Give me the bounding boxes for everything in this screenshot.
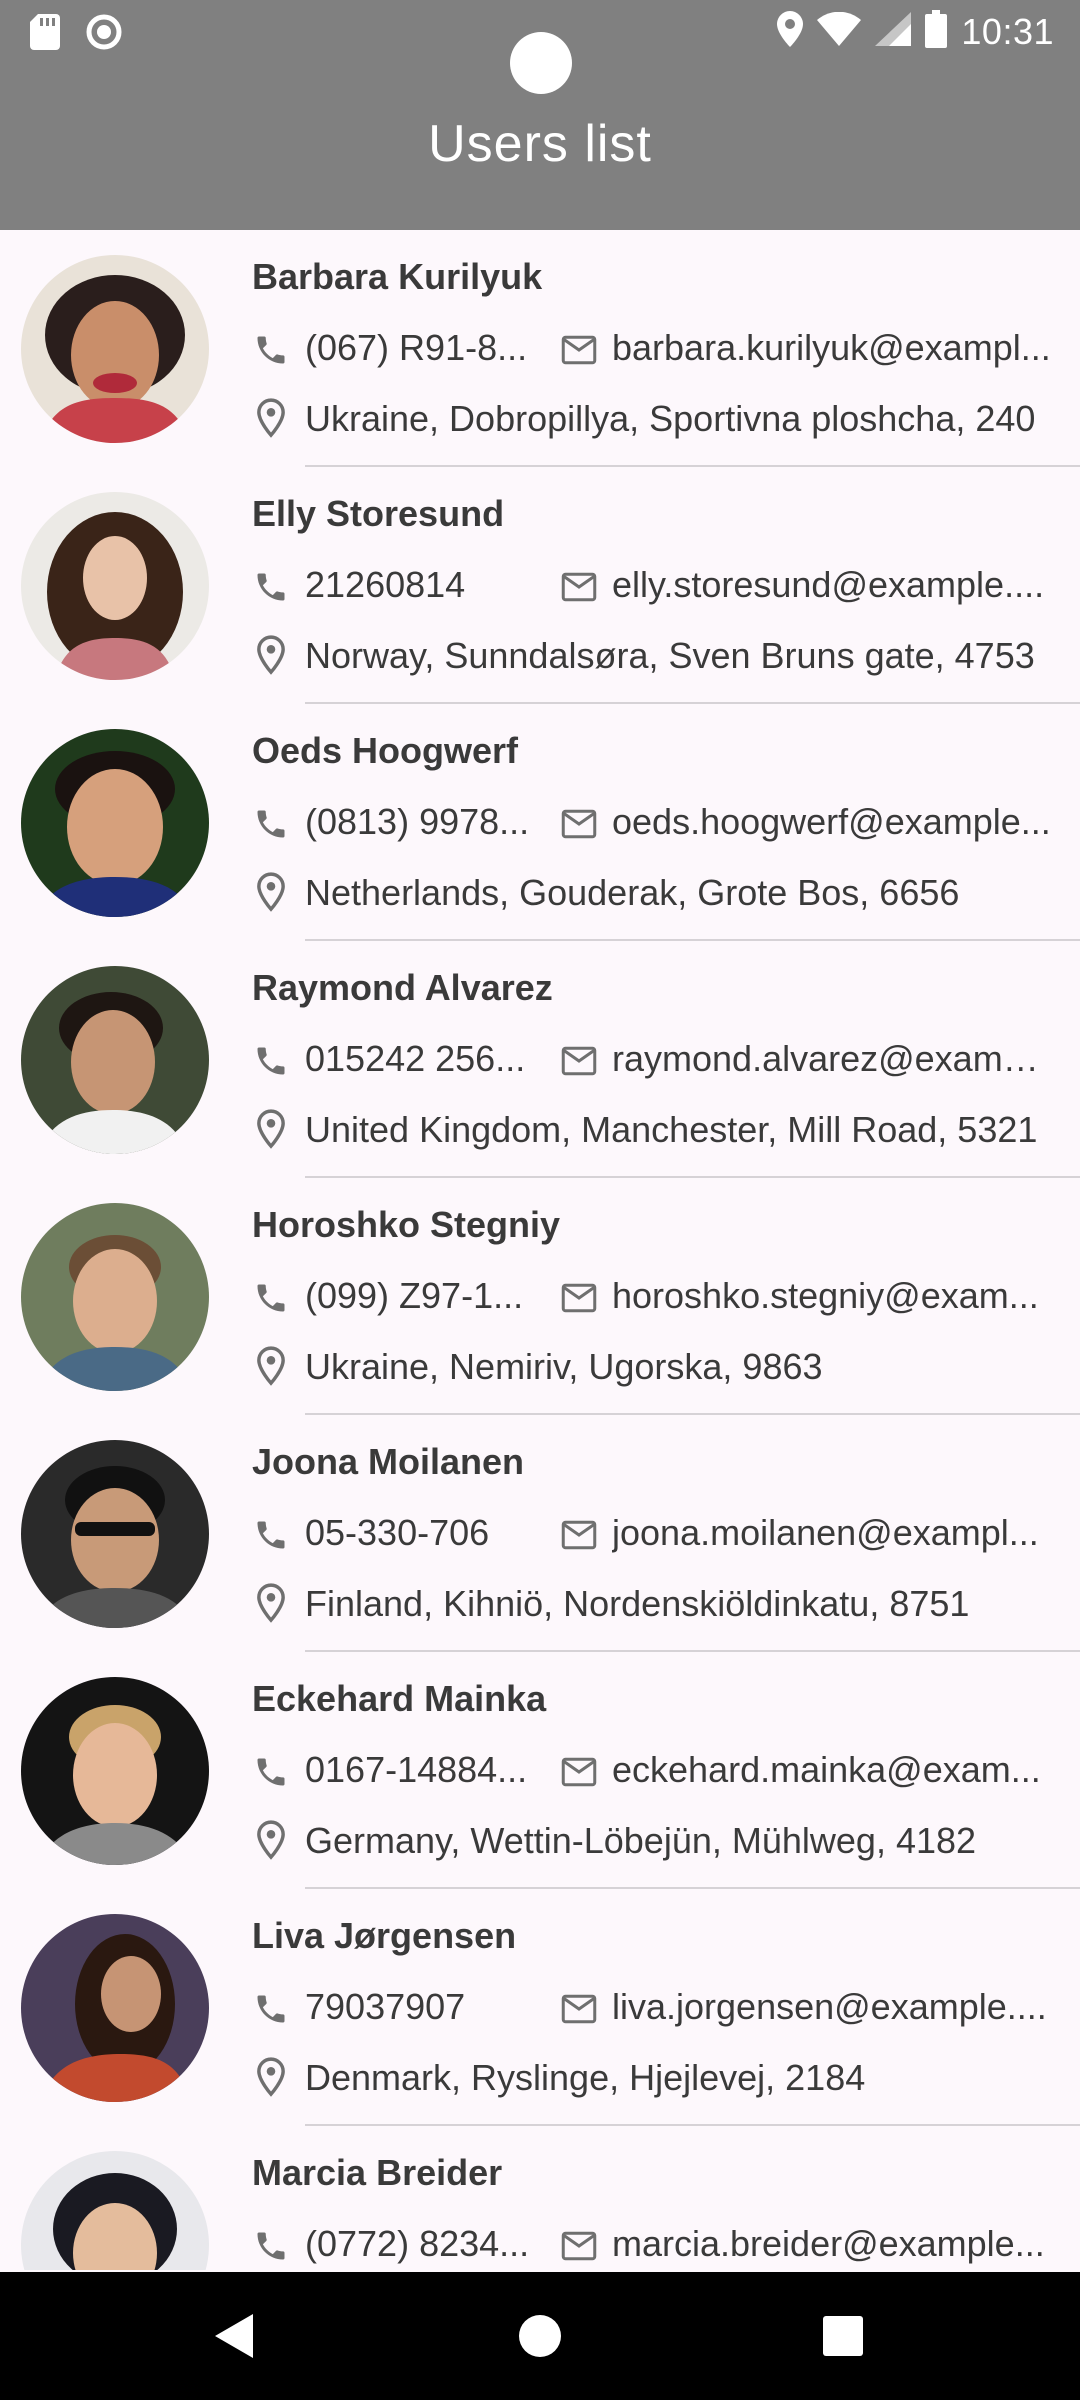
page-title: Users list <box>428 115 652 173</box>
user-address: Ukraine, Dobropillya, Sportivna ploshcha… <box>305 398 1036 439</box>
phone-icon <box>257 2232 285 2260</box>
wifi-icon <box>817 11 862 51</box>
avatar <box>21 1914 209 2102</box>
email-icon <box>561 2231 597 2261</box>
email-icon <box>561 1520 597 1550</box>
avatar <box>21 492 209 680</box>
user-row[interactable]: Barbara Kurilyuk (067) R91-8... barbara.… <box>0 230 1080 467</box>
back-icon <box>215 2314 253 2358</box>
location-pin-icon <box>257 398 285 438</box>
location-pin-icon <box>257 1583 285 1623</box>
user-name: Horoshko Stegniy <box>252 1204 561 1245</box>
email-icon <box>561 1046 597 1076</box>
user-row[interactable]: Liva Jørgensen 79037907 liva.jorgensen@e… <box>0 1889 1080 2126</box>
home-button[interactable] <box>470 2272 610 2400</box>
user-address: Norway, Sunndalsøra, Sven Bruns gate, 47… <box>305 635 1035 676</box>
user-phone[interactable]: 79037907 <box>305 1986 530 2028</box>
user-address: Denmark, Ryslinge, Hjejlevej, 2184 <box>305 2057 866 2098</box>
recents-icon <box>823 2316 863 2356</box>
battery-icon <box>925 10 948 53</box>
user-phone[interactable]: 05-330-706 <box>305 1512 530 1554</box>
user-phone[interactable]: (0813) 9978... <box>305 801 530 843</box>
user-phone[interactable]: 015242 256... <box>305 1038 530 1080</box>
avatar <box>21 1440 209 1628</box>
email-icon <box>561 809 597 839</box>
status-time: 10:31 <box>961 10 1054 52</box>
system-nav-bar <box>0 2272 1080 2400</box>
phone-icon <box>257 336 285 364</box>
users-list[interactable]: Barbara Kurilyuk (067) R91-8... barbara.… <box>0 230 1080 2270</box>
user-row[interactable]: Raymond Alvarez 015242 256... raymond.al… <box>0 941 1080 1178</box>
avatar <box>21 2151 209 2270</box>
screen: 10:31 Users list Barbara Kurilyuk (067) … <box>0 0 1080 2400</box>
user-address: United Kingdom, Manchester, Mill Road, 5… <box>305 1109 1038 1150</box>
user-name: Eckehard Mainka <box>252 1678 547 1719</box>
user-phone[interactable]: (0772) 8234... <box>305 2223 530 2265</box>
user-row[interactable]: Elly Storesund 21260814 elly.storesund@e… <box>0 467 1080 704</box>
user-name: Liva Jørgensen <box>252 1915 517 1956</box>
user-phone[interactable]: (067) R91-8... <box>305 327 530 369</box>
user-phone[interactable]: (099) Z97-1... <box>305 1275 530 1317</box>
email-icon <box>561 572 597 602</box>
user-address: Germany, Wettin-Löbejün, Mühlweg, 4182 <box>305 1820 977 1861</box>
user-name: Marcia Breider <box>252 2152 503 2193</box>
user-email[interactable]: eckehard.mainka@exam... <box>612 1749 1052 1791</box>
avatar <box>21 966 209 1154</box>
location-pin-icon <box>257 1109 285 1149</box>
avatar <box>21 729 209 917</box>
circle-icon <box>86 14 122 55</box>
camera-cutout <box>510 32 572 94</box>
location-pin-icon <box>257 2057 285 2097</box>
phone-icon <box>257 1284 285 1312</box>
user-row[interactable]: Horoshko Stegniy (099) Z97-1... horoshko… <box>0 1178 1080 1415</box>
user-email[interactable]: horoshko.stegniy@exam... <box>612 1275 1052 1317</box>
user-name: Raymond Alvarez <box>252 967 553 1008</box>
phone-icon <box>257 1995 285 2023</box>
location-icon <box>777 11 804 52</box>
location-pin-icon <box>257 872 285 912</box>
app-bar: 10:31 Users list <box>0 0 1080 230</box>
user-row[interactable]: Oeds Hoogwerf (0813) 9978... oeds.hoogwe… <box>0 704 1080 941</box>
phone-icon <box>257 1047 285 1075</box>
location-pin-icon <box>257 1346 285 1386</box>
signal-icon <box>875 12 912 51</box>
user-name: Elly Storesund <box>252 493 505 534</box>
user-name: Joona Moilanen <box>252 1441 525 1482</box>
user-address: Netherlands, Gouderak, Grote Bos, 6656 <box>305 872 960 913</box>
user-name: Barbara Kurilyuk <box>252 256 543 297</box>
back-button[interactable] <box>165 2272 305 2400</box>
user-name: Oeds Hoogwerf <box>252 730 519 771</box>
user-email[interactable]: barbara.kurilyuk@exampl... <box>612 327 1052 369</box>
email-icon <box>561 1757 597 1787</box>
user-email[interactable]: raymond.alvarez@examp... <box>612 1038 1052 1080</box>
avatar <box>21 1203 209 1391</box>
email-icon <box>561 1283 597 1313</box>
email-icon <box>561 1994 597 2024</box>
user-row[interactable]: Joona Moilanen 05-330-706 joona.moilanen… <box>0 1415 1080 1652</box>
location-pin-icon <box>257 635 285 675</box>
user-address: Ukraine, Nemiriv, Ugorska, 9863 <box>305 1346 823 1387</box>
email-icon <box>561 335 597 365</box>
user-email[interactable]: liva.jorgensen@example.... <box>612 1986 1052 2028</box>
user-email[interactable]: joona.moilanen@exampl... <box>612 1512 1052 1554</box>
avatar <box>21 1677 209 1865</box>
phone-icon <box>257 1521 285 1549</box>
user-email[interactable]: elly.storesund@example.... <box>612 564 1052 606</box>
user-phone[interactable]: 0167-14884... <box>305 1749 530 1791</box>
user-phone[interactable]: 21260814 <box>305 564 530 606</box>
location-pin-icon <box>257 1820 285 1860</box>
phone-icon <box>257 573 285 601</box>
phone-icon <box>257 1758 285 1786</box>
recents-button[interactable] <box>773 2272 913 2400</box>
home-icon <box>519 2315 561 2357</box>
sd-card-icon <box>30 14 60 55</box>
user-email[interactable]: oeds.hoogwerf@example... <box>612 801 1052 843</box>
user-row[interactable]: Marcia Breider (0772) 8234... marcia.bre… <box>0 2126 1080 2270</box>
user-email[interactable]: marcia.breider@example... <box>612 2223 1052 2265</box>
phone-icon <box>257 810 285 838</box>
avatar <box>21 255 209 443</box>
user-row[interactable]: Eckehard Mainka 0167-14884... eckehard.m… <box>0 1652 1080 1889</box>
user-address: Finland, Kihniö, Nordenskiöldinkatu, 875… <box>305 1583 970 1624</box>
